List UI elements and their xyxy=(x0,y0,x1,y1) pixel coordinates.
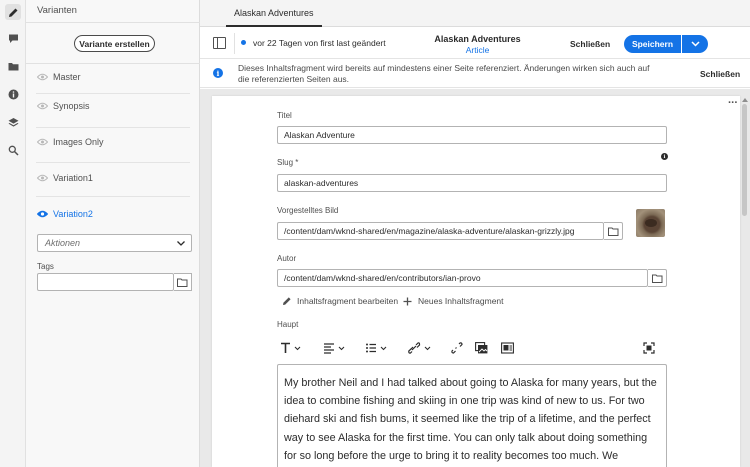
fullscreen-tool[interactable] xyxy=(643,340,655,356)
tags-label: Tags xyxy=(37,262,54,271)
variant-label: Images Only xyxy=(53,137,104,147)
unlink-tool[interactable] xyxy=(451,340,463,356)
folder-icon[interactable] xyxy=(5,58,21,74)
list-tool[interactable] xyxy=(365,340,389,356)
comment-icon[interactable] xyxy=(5,30,21,46)
variant-item-variation2[interactable]: Variation2 xyxy=(37,206,192,222)
fullscreen-icon xyxy=(643,342,655,354)
editor-toolbar: vor 22 Tagen von first last geändert Ala… xyxy=(200,28,750,59)
eye-icon xyxy=(37,73,48,81)
fragment-title: Alaskan Adventures xyxy=(434,34,521,44)
fragment-icon xyxy=(501,342,514,354)
fragment-model-link[interactable]: Article xyxy=(425,45,530,55)
author-picker-button[interactable] xyxy=(648,269,667,287)
variant-item-master[interactable]: Master xyxy=(37,69,192,85)
eye-icon xyxy=(37,174,48,182)
close-button[interactable]: Schließen xyxy=(570,39,610,49)
toggle-sidepanel-icon[interactable] xyxy=(213,37,226,49)
info-close-button[interactable]: Schließen xyxy=(700,69,740,79)
variant-label: Variation1 xyxy=(53,173,93,183)
modified-status: vor 22 Tagen von first last geändert xyxy=(253,38,386,48)
link-icon xyxy=(408,342,431,354)
align-tool[interactable] xyxy=(323,340,347,356)
status-dot xyxy=(241,40,246,45)
list-icon xyxy=(366,343,387,353)
actions-select[interactable]: Aktionen xyxy=(37,234,192,252)
main-label: Haupt xyxy=(277,320,299,329)
align-left-icon xyxy=(324,343,345,354)
text-format-icon xyxy=(281,342,301,353)
divider xyxy=(36,127,190,128)
edit-fragment-label: Inhaltsfragment bearbeiten xyxy=(297,296,399,306)
variant-label: Variation2 xyxy=(53,209,93,219)
folder-icon xyxy=(607,227,618,236)
scroll-up-arrow[interactable] xyxy=(742,98,748,102)
insert-asset-tool[interactable] xyxy=(475,340,488,356)
variant-label: Synopsis xyxy=(53,101,90,111)
info-message: Dieses Inhaltsfragment wird bereits auf … xyxy=(238,63,650,84)
variant-item-variation1[interactable]: Variation1 xyxy=(37,170,192,186)
tab-alaskan-adventures[interactable]: Alaskan Adventures xyxy=(226,0,322,27)
more-options-icon[interactable]: ··· xyxy=(728,97,738,109)
link-tool[interactable] xyxy=(408,340,433,356)
author-label: Autor xyxy=(277,254,297,263)
title-label: Titel xyxy=(277,111,292,120)
layers-icon[interactable] xyxy=(5,114,21,130)
eye-icon xyxy=(37,138,48,146)
new-fragment-label: Neues Inhaltsfragment xyxy=(418,296,504,306)
eye-icon xyxy=(37,210,48,218)
icon-rail xyxy=(0,0,26,467)
actions-placeholder: Aktionen xyxy=(45,238,81,248)
variant-item-images-only[interactable]: Images Only xyxy=(37,134,192,150)
search-settings-icon[interactable] xyxy=(5,142,21,158)
unlink-icon xyxy=(451,342,463,354)
image-icon xyxy=(475,342,488,354)
tags-picker-button[interactable] xyxy=(174,273,192,291)
edit-fragment-action[interactable]: Inhaltsfragment bearbeiten xyxy=(282,296,398,306)
save-button[interactable]: Speichern xyxy=(624,35,681,53)
divider xyxy=(26,22,200,23)
pencil-icon xyxy=(283,297,291,305)
main-richtext-editor[interactable]: My brother Neil and I had talked about g… xyxy=(277,364,667,467)
featured-image-input[interactable]: /content/dam/wknd-shared/en/magazine/ala… xyxy=(277,222,604,240)
divider xyxy=(36,162,190,163)
insert-fragment-tool[interactable] xyxy=(501,340,514,356)
slug-label: Slug * xyxy=(277,158,299,167)
slug-input[interactable]: alaskan-adventures xyxy=(277,174,667,192)
divider xyxy=(26,63,200,64)
divider xyxy=(36,196,190,197)
featured-image-label: Vorgestelltes Bild xyxy=(277,206,339,215)
paragraph-format-tool[interactable] xyxy=(280,340,302,356)
slug-info-icon[interactable]: i xyxy=(661,153,668,160)
richtext-toolbar xyxy=(277,339,667,357)
featured-image-thumbnail xyxy=(636,209,665,237)
chevron-down-icon xyxy=(690,41,700,47)
folder-icon xyxy=(651,274,662,283)
scrollbar-thumb[interactable] xyxy=(742,104,747,216)
panel-title: Varianten xyxy=(37,5,77,16)
new-fragment-action[interactable]: Neues Inhaltsfragment xyxy=(403,296,504,306)
tags-input[interactable] xyxy=(37,273,174,291)
divider xyxy=(234,33,235,54)
image-picker-button[interactable] xyxy=(604,222,623,240)
reference-info-bar: i Dieses Inhaltsfragment wird bereits au… xyxy=(200,60,750,88)
add-icon xyxy=(403,297,412,305)
folder-icon xyxy=(177,278,188,287)
chevron-down-icon xyxy=(177,240,185,246)
title-input[interactable]: Alaskan Adventure xyxy=(277,126,667,144)
divider xyxy=(36,93,190,94)
save-options-button[interactable] xyxy=(682,35,708,53)
create-variant-button[interactable]: Variante erstellen xyxy=(74,35,155,52)
tab-bar: Alaskan Adventures xyxy=(200,0,750,27)
variant-label: Master xyxy=(53,72,81,82)
variant-item-synopsis[interactable]: Synopsis xyxy=(37,98,192,114)
eye-icon xyxy=(37,102,48,110)
variants-panel: Varianten Variante erstellen Master Syno… xyxy=(26,0,200,467)
info-icon: i xyxy=(213,68,223,78)
author-input[interactable]: /content/dam/wknd-shared/en/contributors… xyxy=(277,269,648,287)
pencil-icon[interactable] xyxy=(5,4,21,20)
info-icon[interactable] xyxy=(5,86,21,102)
